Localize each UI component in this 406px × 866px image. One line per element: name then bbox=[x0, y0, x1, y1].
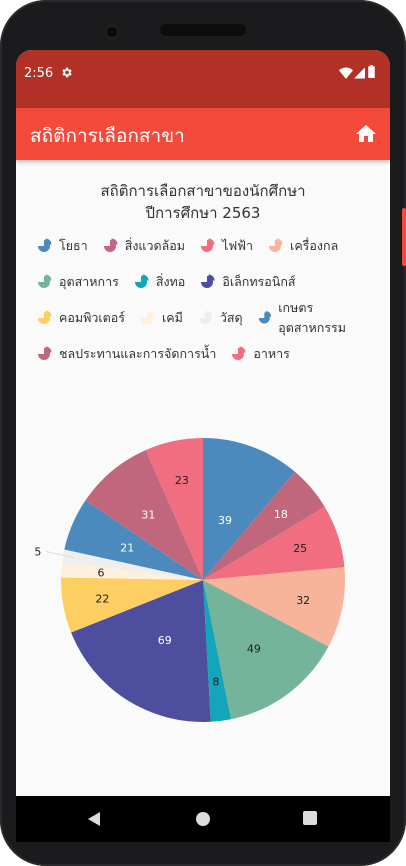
legend-row: โยธา สิ่งแวดล้อม ไฟฟ้า เครื่องกล bbox=[36, 236, 386, 256]
pie-slice-icon bbox=[232, 346, 246, 360]
pie-chart-svg: 39 18 25 32 49 8 69 22 6 5 21 31 23 bbox=[34, 438, 345, 722]
pie-slice-value-label: 18 bbox=[274, 508, 288, 521]
legend-label: ไฟฟ้า bbox=[222, 238, 254, 253]
pie-slice-value-label: 21 bbox=[120, 542, 134, 555]
system-nav-bar bbox=[16, 796, 390, 842]
legend-row: คอมพิวเตอร์ เคมี วัสดุ เกษตรอุตสาหกรรม bbox=[36, 300, 386, 335]
pie-slice-value-label: 22 bbox=[95, 592, 109, 605]
legend-item[interactable]: เคมี bbox=[139, 308, 183, 328]
legend-row: อุตสาหการ สิ่งทอ อิเล็กทรอนิกส์ bbox=[36, 272, 386, 292]
home-circle-icon[interactable] bbox=[195, 811, 211, 827]
battery-icon bbox=[368, 65, 375, 78]
pie-slice-value-label: 31 bbox=[141, 509, 155, 522]
pie-slice-value-label: 8 bbox=[212, 675, 219, 688]
pie-slice-icon bbox=[38, 346, 52, 360]
pie-slice-icon bbox=[201, 274, 215, 288]
pie-slice-value-label: 5 bbox=[34, 545, 41, 558]
legend-item[interactable]: คอมพิวเตอร์ bbox=[36, 308, 125, 328]
legend-item[interactable]: ชลประทานและการจัดการน้ำ bbox=[36, 344, 216, 364]
phone-frame: 2:56 สถิติการเลือกสาขา สถิติการเลือกสาขา… bbox=[0, 0, 406, 866]
legend-label: อุตสาหการ bbox=[59, 274, 119, 289]
chart-title: สถิติการเลือกสาขาของนักศึกษา ปีการศึกษา … bbox=[16, 180, 390, 224]
legend-label: โยธา bbox=[59, 238, 88, 253]
legend-item[interactable]: โยธา bbox=[36, 236, 88, 256]
pie-slice-icon bbox=[38, 310, 52, 324]
app-bar: สถิติการเลือกสาขา bbox=[16, 108, 390, 160]
legend-label: สิ่งแวดล้อม bbox=[124, 238, 186, 253]
legend-item[interactable]: เกษตรอุตสาหกรรม bbox=[257, 298, 372, 338]
chart-legend: โยธา สิ่งแวดล้อม ไฟฟ้า เครื่องกลอุตสาหการ สิ… bbox=[36, 236, 386, 380]
app-title: สถิติการเลือกสาขา bbox=[30, 125, 185, 147]
chart-title-line2: ปีการศึกษา 2563 bbox=[145, 204, 261, 222]
pie-slice-icon bbox=[134, 274, 149, 288]
pie-slice-value-label: 25 bbox=[293, 542, 307, 555]
pie-slice-icon bbox=[38, 238, 52, 252]
chart-title-line1: สถิติการเลือกสาขาของนักศึกษา bbox=[100, 182, 306, 200]
legend-label: เกษตรอุตสาหกรรม bbox=[278, 300, 346, 335]
wifi-icon bbox=[339, 67, 353, 79]
legend-label: วัสดุ bbox=[219, 310, 243, 325]
legend-label: เคมี bbox=[161, 310, 183, 325]
legend-row: ชลประทานและการจัดการน้ำ อาหาร bbox=[36, 344, 386, 364]
edge-indicator bbox=[402, 208, 406, 266]
legend-item[interactable]: วัสดุ bbox=[197, 308, 243, 328]
status-time: 2:56 bbox=[24, 66, 54, 81]
pie-slice-icon bbox=[198, 310, 213, 324]
legend-item[interactable]: อาหาร bbox=[230, 344, 290, 364]
legend-item[interactable]: ไฟฟ้า bbox=[199, 236, 253, 256]
pie-slice-value-label: 49 bbox=[247, 642, 261, 655]
signal-icon bbox=[354, 67, 365, 79]
legend-item[interactable]: อุตสาหการ bbox=[36, 272, 119, 292]
legend-label: อาหาร bbox=[253, 346, 290, 361]
earpiece-speaker bbox=[160, 24, 246, 36]
pie-slice-icon bbox=[258, 311, 271, 324]
legend-label: ชลประทานและการจัดการน้ำ bbox=[59, 346, 217, 361]
pie-slice-icon bbox=[201, 238, 215, 252]
legend-label: เครื่องกล bbox=[290, 238, 339, 253]
back-icon[interactable] bbox=[86, 811, 102, 827]
front-camera bbox=[104, 24, 120, 40]
legend-item[interactable]: สิ่งทอ bbox=[133, 272, 185, 292]
home-icon[interactable] bbox=[354, 122, 378, 146]
gear-icon bbox=[62, 67, 72, 78]
status-bar: 2:56 bbox=[16, 50, 390, 108]
pie-chart: 39 18 25 32 49 8 69 22 6 5 21 31 23 bbox=[16, 400, 390, 796]
pie-slice-value-label: 23 bbox=[175, 474, 189, 487]
legend-label: คอมพิวเตอร์ bbox=[59, 310, 125, 325]
legend-item[interactable]: เครื่องกล bbox=[267, 236, 338, 256]
legend-item[interactable]: อิเล็กทรอนิกส์ bbox=[199, 272, 296, 292]
pie-slice-value-label: 6 bbox=[98, 567, 105, 580]
pie-slice-icon bbox=[269, 238, 283, 252]
pie-slice-value-label: 69 bbox=[158, 634, 172, 647]
app-screen: 2:56 สถิติการเลือกสาขา สถิติการเลือกสาขา… bbox=[16, 50, 390, 796]
recents-icon[interactable] bbox=[303, 811, 317, 825]
legend-item[interactable]: สิ่งแวดล้อม bbox=[102, 236, 185, 256]
legend-label: สิ่งทอ bbox=[155, 274, 186, 289]
legend-label: อิเล็กทรอนิกส์ bbox=[222, 274, 296, 289]
pie-slice-icon bbox=[38, 274, 52, 288]
pie-slice-icon bbox=[103, 238, 118, 252]
pie-slice-value-label: 39 bbox=[218, 514, 232, 527]
pie-slice-icon bbox=[140, 310, 155, 324]
pie-slice-value-label: 32 bbox=[296, 594, 310, 607]
